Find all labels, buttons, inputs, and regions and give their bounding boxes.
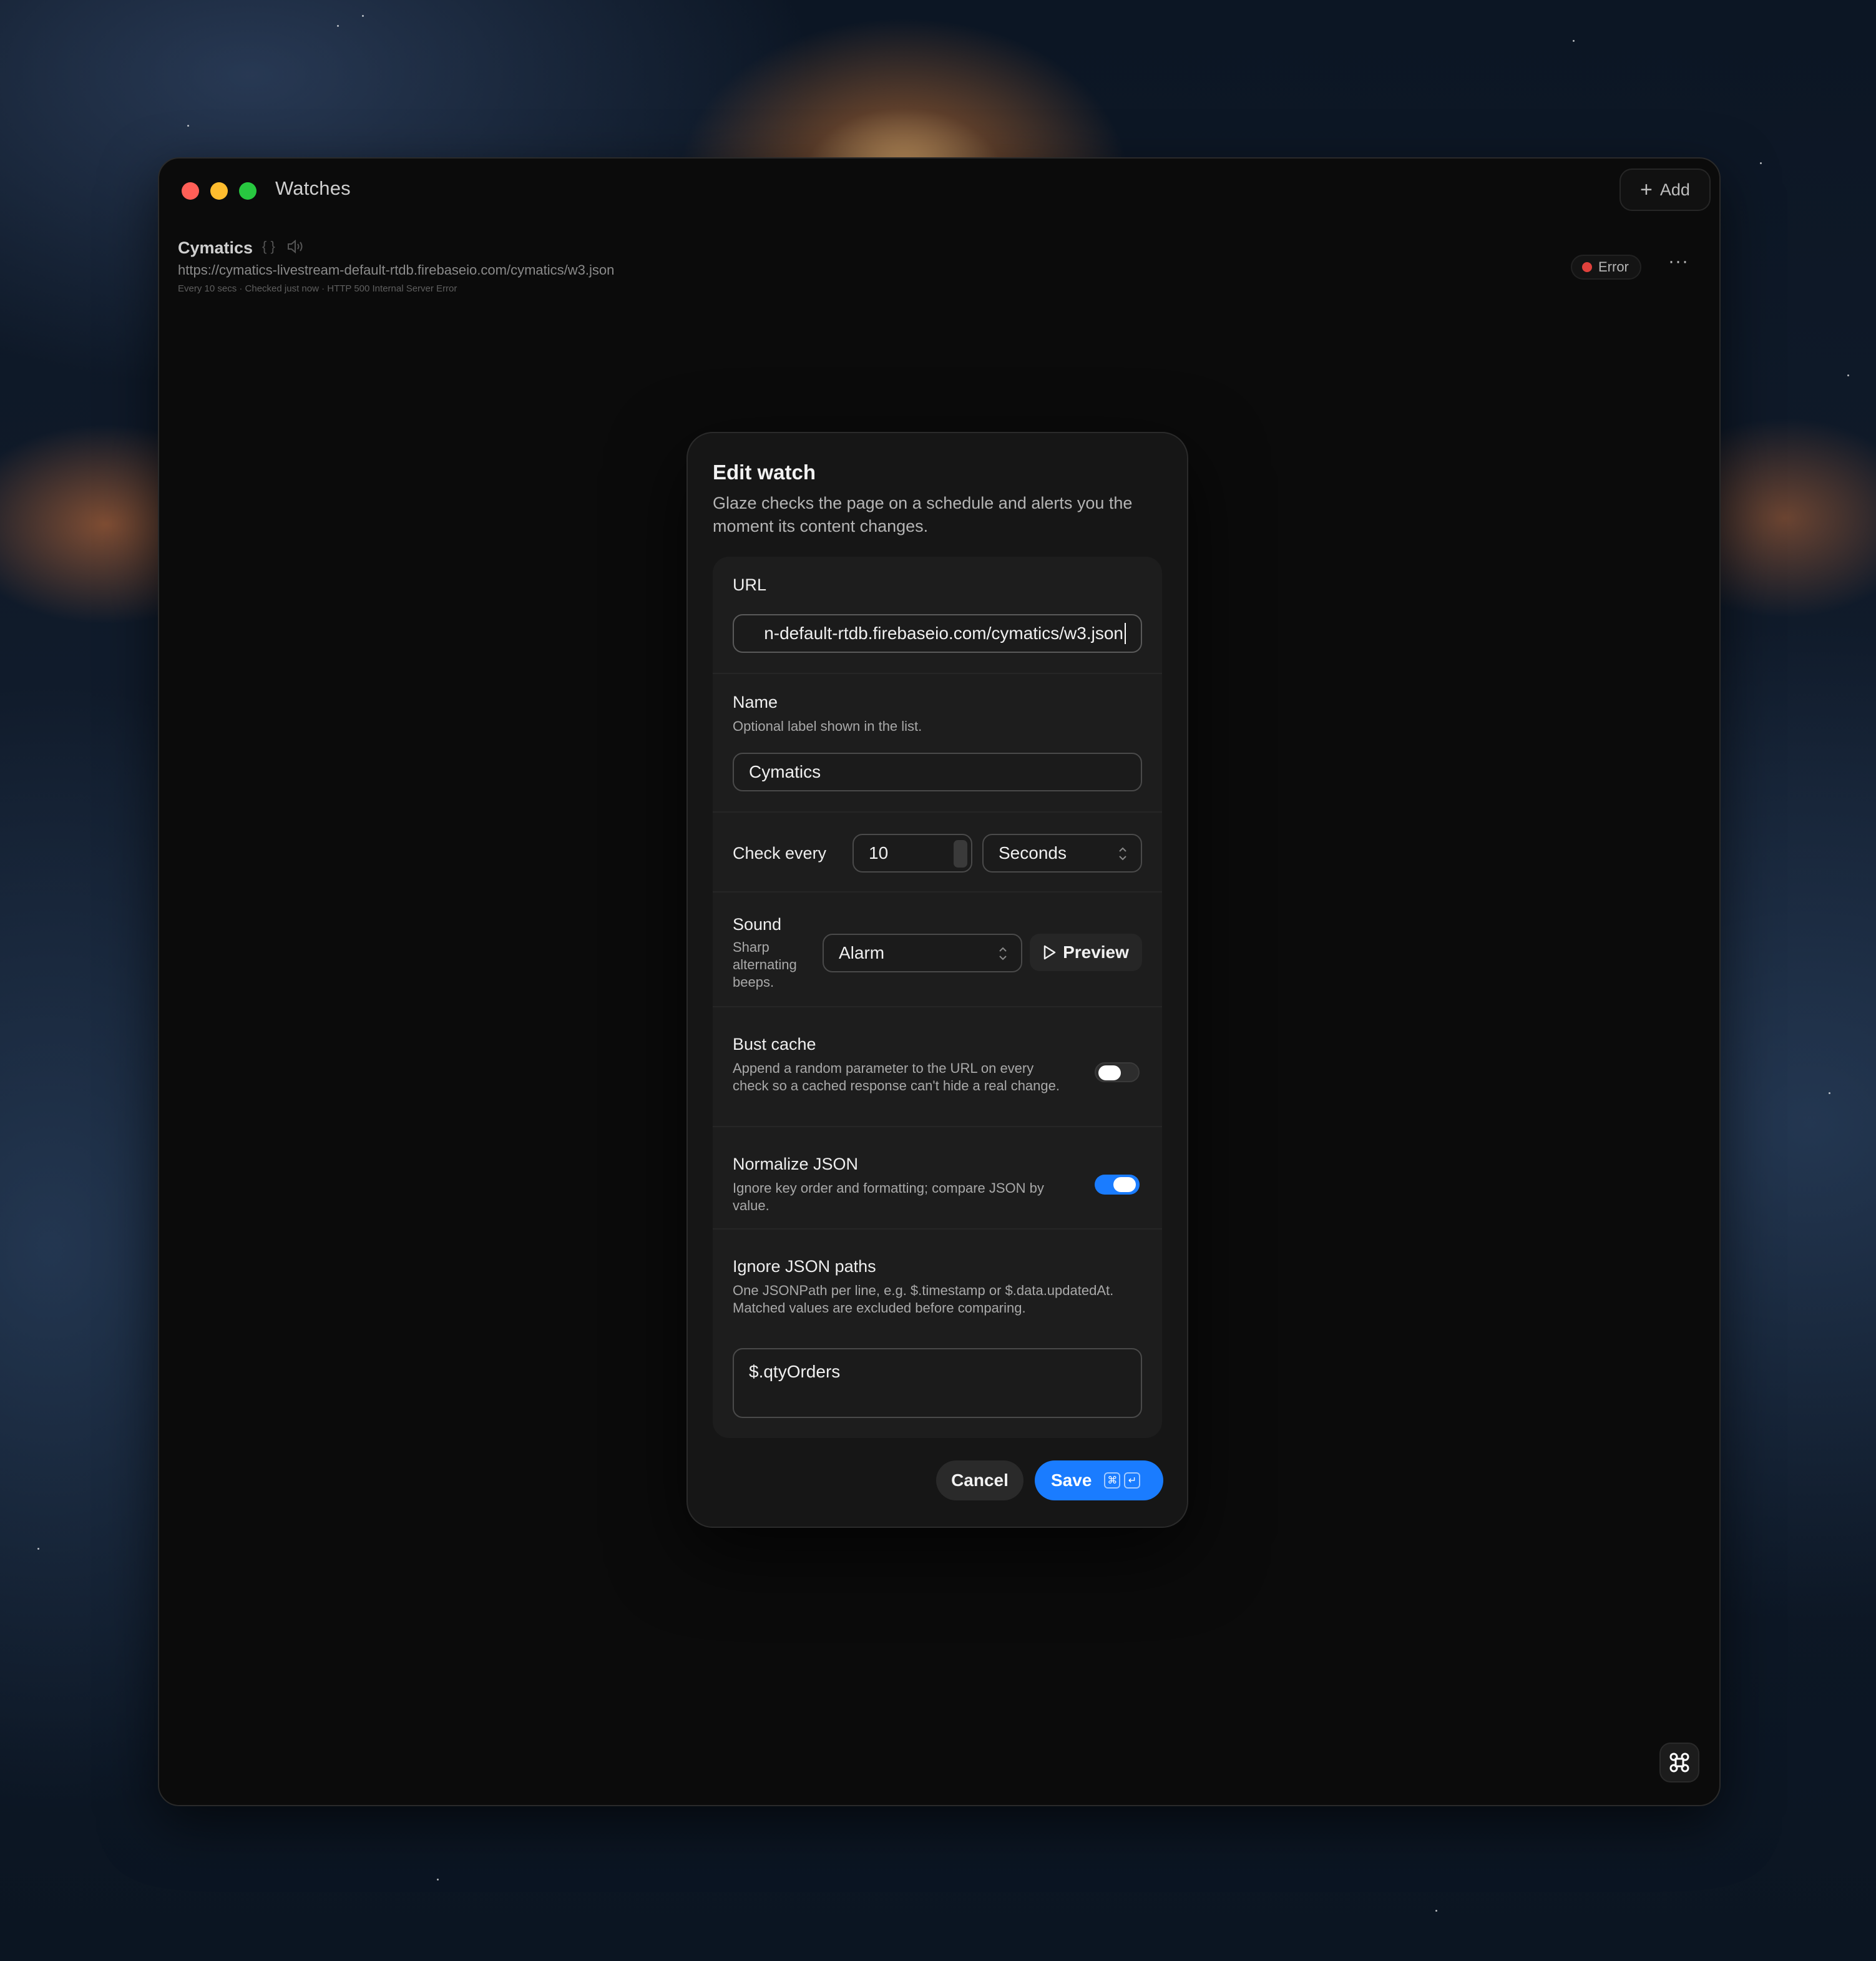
cancel-button[interactable]: Cancel	[936, 1460, 1023, 1500]
settings-card: URL n-default-rtdb.firebaseio.com/cymati…	[713, 557, 1162, 1438]
divider	[713, 1228, 1162, 1230]
preview-label: Preview	[1063, 942, 1129, 962]
dialog-title: Edit watch	[713, 461, 816, 484]
zoom-window-button[interactable]	[239, 182, 256, 200]
save-button[interactable]: Save ⌘ ↵	[1035, 1460, 1163, 1500]
ignore-paths-textarea[interactable]: $.qtyOrders	[733, 1348, 1142, 1418]
add-label: Add	[1659, 180, 1690, 199]
speaker-icon	[288, 239, 303, 254]
edit-watch-dialog: Edit watch Glaze checks the page on a sc…	[686, 432, 1188, 1528]
add-watch-button[interactable]: + Add	[1620, 169, 1711, 211]
sound-label: Sound	[733, 915, 782, 934]
name-label: Name	[733, 693, 778, 712]
name-help: Optional label shown in the list.	[733, 718, 922, 734]
normalize-json-toggle[interactable]	[1095, 1175, 1140, 1195]
divider	[713, 673, 1162, 674]
return-key-icon: ↵	[1124, 1472, 1141, 1489]
window-title: Watches	[275, 177, 351, 199]
chevron-updown-icon	[1119, 847, 1126, 861]
divider	[713, 1126, 1162, 1127]
sound-select[interactable]: Alarm	[823, 934, 1022, 972]
text-caret	[1125, 623, 1126, 644]
play-icon	[1043, 945, 1056, 960]
bust-cache-toggle[interactable]	[1095, 1062, 1140, 1082]
url-label: URL	[733, 575, 767, 594]
bust-cache-help: Append a random parameter to the URL on …	[733, 1060, 1060, 1093]
interval-stepper[interactable]: 10	[853, 834, 972, 873]
name-input[interactable]: Cymatics	[733, 753, 1142, 791]
command-icon	[1669, 1753, 1689, 1773]
command-menu-button[interactable]	[1659, 1743, 1699, 1783]
watch-meta: Every 10 secs · Checked just now · HTTP …	[178, 283, 457, 294]
ignore-paths-label: Ignore JSON paths	[733, 1257, 876, 1276]
plus-icon: +	[1640, 178, 1653, 202]
divider	[713, 891, 1162, 892]
divider	[713, 811, 1162, 813]
normalize-json-help: Ignore key order and formatting; compare…	[733, 1180, 1044, 1213]
interval-unit-value: Seconds	[999, 843, 1067, 863]
status-label: Error	[1598, 259, 1629, 275]
dialog-description: Glaze checks the page on a schedule and …	[713, 494, 1133, 535]
error-dot-icon	[1582, 262, 1592, 272]
divider	[713, 1006, 1162, 1007]
interval-value: 10	[869, 843, 889, 863]
json-icon: { }	[262, 238, 275, 254]
command-key-icon: ⌘	[1104, 1472, 1121, 1489]
interval-unit-select[interactable]: Seconds	[982, 834, 1142, 873]
url-input-value: n-default-rtdb.firebaseio.com/cymatics/w…	[764, 624, 1123, 643]
preview-sound-button[interactable]: Preview	[1030, 934, 1142, 971]
sound-value: Alarm	[839, 943, 885, 962]
toggle-knob	[1113, 1177, 1136, 1192]
watch-name: Cymatics	[178, 238, 253, 257]
check-every-label: Check every	[733, 844, 827, 863]
watch-url: https://cymatics-livestream-default-rtdb…	[178, 262, 615, 278]
save-shortcut: ⌘ ↵	[1104, 1472, 1141, 1489]
more-options-icon[interactable]: ···	[1668, 251, 1689, 272]
stepper-arrows-icon[interactable]	[954, 840, 967, 868]
url-input[interactable]: n-default-rtdb.firebaseio.com/cymatics/w…	[733, 614, 1142, 653]
bust-cache-label: Bust cache	[733, 1035, 816, 1054]
close-window-button[interactable]	[182, 182, 199, 200]
normalize-json-label: Normalize JSON	[733, 1155, 859, 1173]
minimize-window-button[interactable]	[210, 182, 228, 200]
sound-help: Sharp alternating beeps.	[733, 939, 797, 990]
status-badge: Error	[1571, 255, 1641, 280]
toggle-knob	[1098, 1065, 1121, 1080]
ignore-paths-help: One JSONPath per line, e.g. $.timestamp …	[733, 1283, 1114, 1316]
save-label: Save	[1051, 1470, 1092, 1490]
chevron-updown-icon	[999, 947, 1007, 961]
